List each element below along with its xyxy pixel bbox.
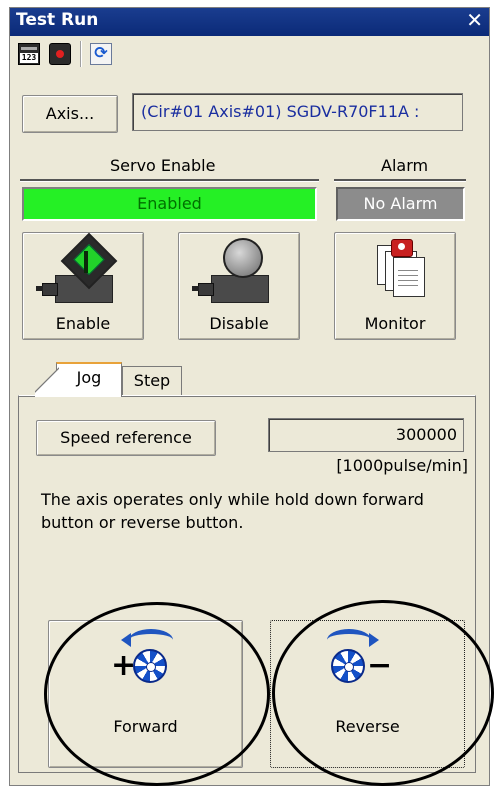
servo-divider [20, 179, 319, 182]
servo-motor-icon [192, 275, 269, 303]
close-icon[interactable]: ✕ [466, 8, 483, 32]
monitor-button[interactable]: Monitor [334, 232, 456, 340]
reverse-button-label: Reverse [335, 717, 400, 736]
record-icon[interactable] [49, 43, 71, 65]
disable-button-label: Disable [209, 314, 269, 333]
calculator-display-icon [21, 47, 37, 50]
axis-field: (Cir#01 Axis#01) SGDV-R70F11A : [132, 93, 463, 131]
record-dot-icon [56, 50, 64, 58]
alarm-status-indicator: No Alarm [336, 187, 465, 221]
axis-button[interactable]: Axis... [22, 95, 118, 133]
enable-mark-icon [84, 251, 88, 273]
title-bar: Test Run ✕ [10, 8, 489, 36]
calculator-text: 123 [20, 53, 38, 63]
disable-button[interactable]: Disable [178, 232, 300, 340]
window-title: Test Run [16, 10, 99, 30]
speed-reference-button[interactable]: Speed reference [36, 420, 216, 456]
refresh-glyph-icon: ⟳ [94, 43, 108, 62]
toolbar: 123 ⟳ [10, 36, 489, 72]
monitor-badge-icon [391, 239, 413, 257]
alarm-label: Alarm [381, 156, 429, 175]
forward-button-label: Forward [113, 717, 178, 736]
speed-unit-label: [1000pulse/min] [336, 456, 468, 475]
monitor-page-icon [393, 257, 425, 297]
alarm-divider [334, 179, 466, 182]
servo-enable-label: Servo Enable [110, 156, 216, 175]
reverse-wheel-icon [331, 649, 365, 683]
enable-button[interactable]: Enable [22, 232, 144, 340]
refresh-icon[interactable]: ⟳ [90, 43, 112, 65]
reverse-button[interactable]: − Reverse [270, 620, 465, 768]
disable-icon [223, 238, 263, 278]
minus-sign: − [367, 648, 393, 683]
jog-description: The axis operates only while hold down f… [41, 490, 424, 532]
forward-button[interactable]: + Forward [48, 620, 243, 768]
clockwise-arrow-icon [327, 629, 379, 651]
toolbar-separator [80, 41, 82, 67]
forward-wheel-icon [133, 649, 167, 683]
monitor-button-label: Monitor [364, 314, 426, 333]
tab-step[interactable]: Step [122, 366, 182, 396]
tab-jog[interactable]: Jog [35, 362, 122, 397]
enable-button-label: Enable [55, 314, 111, 333]
servo-status-indicator: Enabled [22, 187, 317, 221]
calculator-icon[interactable]: 123 [18, 43, 40, 65]
speed-value-field: 300000 [268, 418, 464, 452]
